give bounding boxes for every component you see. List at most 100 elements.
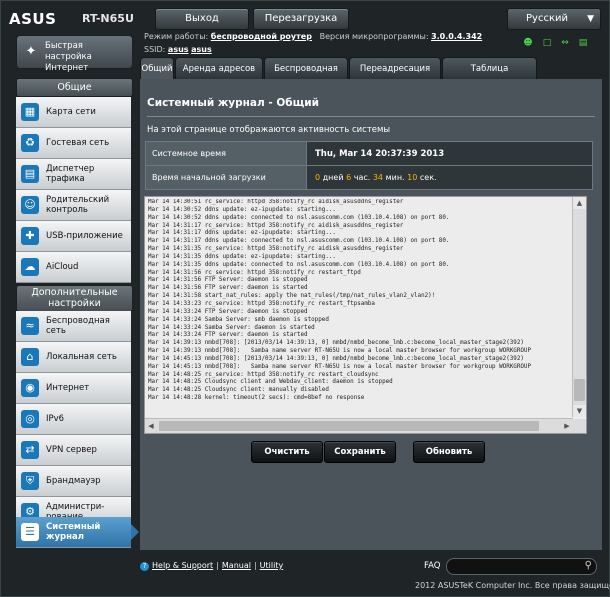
table-row: Системное время Thu, Mar 14 20:37:39 201… (146, 142, 592, 166)
sidebar-item-label: Карта сети (46, 107, 96, 117)
copyright: 2012 ASUSTeK Computer Inc. Все права защ… (415, 581, 610, 590)
uptime-label: Время начальной загрузки (146, 166, 307, 189)
scroll-up-icon[interactable]: ▲ (573, 197, 586, 209)
sidebar-item-label: Беспроводная сеть (46, 316, 110, 336)
scroll-corner (573, 419, 586, 433)
firmware-link[interactable]: 3.0.0.4.342 (431, 32, 482, 41)
system-time-value: Thu, Mar 14 20:37:39 2013 (307, 142, 592, 165)
sidebar-item-label: USB-приложение (46, 231, 123, 241)
aicloud-icon: ☁ (21, 258, 39, 276)
general-section-header: Общие (16, 78, 133, 97)
sidebar-item-traffic-manager[interactable]: ▤ Диспетчер трафика (16, 159, 131, 190)
quick-setup-label: Быстрая настройка Интернет (45, 41, 92, 73)
search-icon[interactable]: ⚲ (585, 560, 592, 571)
reboot-button[interactable]: Перезагрузка (253, 8, 349, 30)
brand-text: ASUS (9, 10, 57, 28)
sidebar-item-network-map[interactable]: ▦ Карта сети (16, 97, 131, 128)
help-support-link[interactable]: Help & Support (152, 561, 213, 570)
sidebar-item-label: Системный журнал (46, 522, 101, 542)
clear-button[interactable]: Очистить (251, 441, 323, 463)
sidebar-item-label: VPN сервер (46, 445, 97, 455)
ssid-label: SSID: (144, 45, 166, 54)
horizontal-scrollbar[interactable]: ◀ ▶ (145, 418, 573, 433)
quick-setup-button[interactable]: ✦ Быстрая настройка Интернет (16, 35, 133, 73)
help-icon: ? (140, 562, 149, 571)
tab-general[interactable]: Общий (140, 57, 174, 80)
scroll-right-icon[interactable]: ▶ (561, 419, 573, 433)
uptime-value: 0 дней 6 час. 34 мин. 10 сек. (307, 166, 592, 189)
firmware-label: Версия микропрограммы: (319, 32, 429, 41)
table-row: Время начальной загрузки 0 дней 6 час. 3… (146, 166, 592, 189)
sidebar-item-aicloud[interactable]: ☁ AiCloud (16, 252, 131, 283)
sidebar-item-label: AiCloud (46, 262, 79, 272)
wireless-icon: ≈ (21, 317, 39, 335)
vpn-icon: ⇄ (21, 441, 39, 459)
sidebar-item-syslog[interactable]: ☰ Системный журнал (16, 517, 139, 548)
ipv6-icon: ◎ (21, 410, 39, 428)
uptime-seconds-unit: сек. (419, 173, 437, 182)
language-value: Русский (526, 13, 568, 24)
sidebar-item-vpn[interactable]: ⇄ VPN сервер (16, 435, 131, 466)
tab-port-forwarding[interactable]: Переадресация портов (349, 57, 441, 96)
sidebar-item-firewall[interactable]: ⛨ Брандмауэр (16, 466, 131, 497)
title-divider (147, 116, 595, 117)
vertical-scroll-thumb[interactable] (574, 379, 585, 401)
uptime-seconds: 10 (407, 173, 418, 182)
ssid-2g-link[interactable]: asus (168, 45, 189, 54)
lan-icon: ⌂ (21, 348, 39, 366)
vertical-scrollbar[interactable]: ▲ ▼ (572, 197, 586, 417)
advanced-section-header: Дополнительные настройки (16, 285, 133, 312)
copy-icon[interactable]: □ (542, 38, 552, 48)
faq-search-input[interactable]: ⚲ (446, 558, 597, 575)
sidebar-item-label: Локальная сеть (46, 352, 117, 362)
sidebar-item-internet[interactable]: ◉ Интернет (16, 373, 131, 404)
help-links: ? Help & Support | Manual | Utility (140, 561, 283, 571)
syslog-icon: ☰ (21, 523, 39, 541)
system-info-table: Системное время Thu, Mar 14 20:37:39 201… (145, 141, 593, 190)
system-log-textarea[interactable]: Mar 14 14:30:51 rc_service: httpd 358:no… (144, 196, 587, 434)
horizontal-scroll-thumb[interactable] (159, 421, 539, 431)
traffic-manager-icon: ▤ (21, 165, 39, 183)
firewall-icon: ⛨ (21, 472, 39, 490)
tab-routing-table[interactable]: Таблица маршрутизации (442, 57, 537, 96)
sidebar-item-guest-network[interactable]: ♻ Гостевая сеть (16, 128, 131, 159)
sidebar-item-parental-control[interactable]: ☺ Родительский контроль (16, 190, 131, 221)
faq-label: FAQ (424, 561, 441, 571)
scroll-down-icon[interactable]: ▼ (573, 405, 586, 417)
mode-link[interactable]: беспроводной роутер (211, 32, 312, 41)
sidebar-item-label: Родительский контроль (46, 195, 110, 215)
tab-dhcp-leases[interactable]: Аренда адресов DHCP (175, 57, 263, 96)
sidebar-item-lan[interactable]: ⌂ Локальная сеть (16, 342, 131, 373)
parental-control-icon: ☺ (21, 196, 39, 214)
scroll-left-icon[interactable]: ◀ (145, 419, 157, 433)
language-select[interactable]: Русский ▼ (507, 8, 601, 30)
uptime-minutes-unit: мин. (385, 173, 405, 182)
status-icons: ☻ □ ⇔ ▤ (523, 38, 603, 50)
usb-icon[interactable]: ⇔ (560, 38, 570, 48)
utility-link[interactable]: Utility (260, 561, 284, 570)
tab-wireless-log[interactable]: Беспроводная связь (264, 57, 348, 96)
ssid-5g-link[interactable]: asus (191, 45, 212, 54)
sidebar-item-ipv6[interactable]: ◎ IPv6 (16, 404, 131, 435)
sidebar-item-label: Интернет (46, 383, 90, 393)
refresh-button[interactable]: Обновить (413, 441, 485, 463)
uptime-hours: 6 (346, 173, 352, 182)
sidebar-item-label: IPv6 (46, 414, 65, 424)
usb-app-icon: ✚ (21, 227, 39, 245)
signal-icon[interactable]: ▤ (578, 38, 588, 48)
manual-link[interactable]: Manual (222, 561, 251, 570)
user-icon[interactable]: ☻ (523, 38, 533, 48)
mode-label: Режим работы: (144, 32, 209, 41)
sidebar-item-label: Диспетчер трафика (46, 164, 95, 184)
footer: ? Help & Support | Manual | Utility FAQ ⚲ (140, 557, 602, 575)
save-button[interactable]: Сохранить (324, 441, 396, 463)
uptime-days: 0 (315, 173, 321, 182)
system-time-label: Системное время (146, 142, 307, 165)
asus-logo: ASUS (9, 10, 56, 28)
sidebar-item-wireless[interactable]: ≈ Беспроводная сеть (16, 311, 131, 342)
chevron-down-icon: ▼ (587, 14, 594, 24)
uptime-hours-unit: час. (353, 173, 371, 182)
magic-wand-icon: ✦ (25, 44, 37, 59)
sidebar-item-usb-app[interactable]: ✚ USB-приложение (16, 221, 131, 252)
logout-button[interactable]: Выход (155, 8, 249, 30)
